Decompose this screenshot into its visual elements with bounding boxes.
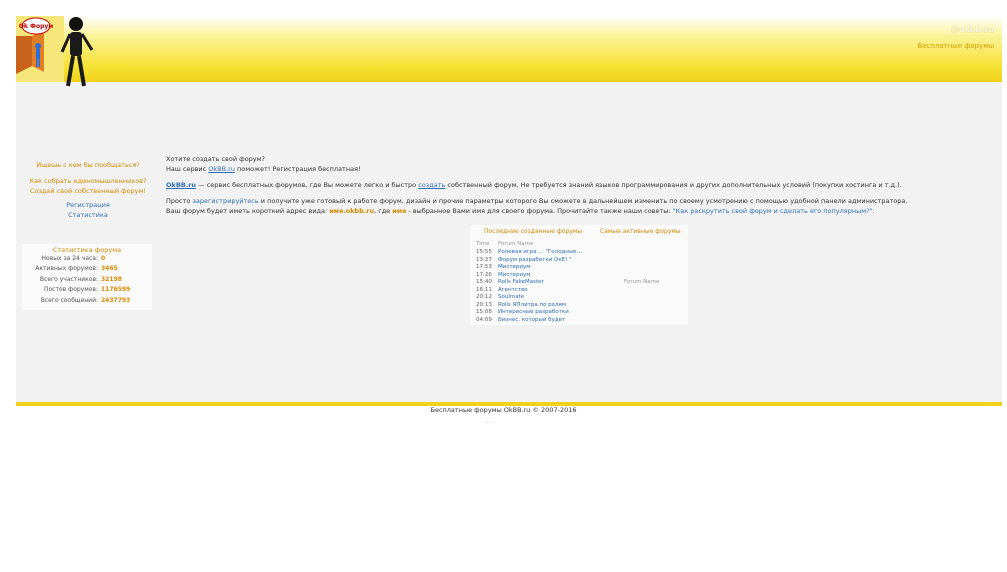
item-time: 04:09 <box>476 316 492 323</box>
okbb-link[interactable]: OkBB.ru <box>208 165 235 173</box>
address-text-a: Ваш форум будет иметь короткий адрес вид… <box>166 207 330 215</box>
stats-row: Всего участников: 32198 <box>22 275 152 285</box>
item-time: 20:13 <box>476 301 492 308</box>
footer-copyright: Бесплатные форумы OkBB.ru © 2007-2016 <box>430 406 577 414</box>
item-forum-link[interactable]: Мистериум <box>498 264 530 270</box>
active-forums-title: Самые активные форумы <box>600 228 681 235</box>
active-forums-placeholder: Forum Name <box>624 279 660 285</box>
main-content: Хотите создать свой форум? Наш сервис Ok… <box>166 154 996 216</box>
register-text-a: Просто <box>166 197 193 205</box>
footer-counters[interactable]: · · · <box>486 420 496 427</box>
stats-row: Активных форумов: 3465 <box>22 264 152 274</box>
address-text-b: , где <box>374 207 393 215</box>
stats-key: Новых за 24 часа: <box>41 255 98 262</box>
page-frame: Ok Форум @okbb.ru Бесплатные форумы Ищеш… <box>16 16 1002 406</box>
stats-value: 3465 <box>101 265 118 273</box>
svg-text:Ok Форум: Ok Форум <box>19 23 53 30</box>
list-item: 15:08 Интересные разработки <box>476 309 582 317</box>
stats-row: Новых за 24 часа: 0 <box>22 254 152 264</box>
list-item: 13:27 Форум разработки ОкЕ! " <box>476 257 582 265</box>
create-link[interactable]: создать <box>418 181 445 189</box>
site-tagline: Бесплатные форумы <box>917 42 994 50</box>
header-banner: Ok Форум @okbb.ru Бесплатные форумы <box>16 16 1002 87</box>
sidebar: Ищешь с кем бы пообщаться? Как собрать е… <box>22 160 154 220</box>
newest-forums-title: Последние созданные форумы <box>484 228 583 235</box>
intro-text-b: поможет! Регистрация бесплатная! <box>234 165 361 173</box>
site-name[interactable]: @okbb.ru <box>951 24 994 34</box>
intro-question: Хотите создать свой форум? <box>166 155 265 163</box>
newest-forums-list: 15:55 Ролевая игра ... "Голодные... 13:27… <box>476 249 582 324</box>
item-time: 15:40 <box>476 279 492 285</box>
register-paragraph: Просто зарегистрируйтесь и получите уже … <box>166 196 996 206</box>
item-forum-link[interactable]: Форум разработки ОкЕ! " <box>498 257 572 263</box>
item-time: 15:55 <box>476 249 492 255</box>
list-item: 20:12 Soulmate <box>476 294 582 302</box>
stats-value: 0 <box>101 255 106 262</box>
mascot-figure-icon <box>60 17 94 87</box>
item-time: 20:12 <box>476 294 492 300</box>
okbb-brand-link[interactable]: OkBB.ru <box>166 181 196 189</box>
sidebar-line-3: Создай свой собственный форум! <box>29 187 147 195</box>
list-item: 20:13 Rolls ЯПлитра по ролям <box>476 302 582 310</box>
intro-line: Наш сервис OkBB.ru поможет! Регистрация … <box>166 164 996 174</box>
item-forum-link[interactable]: Rolls FakeMaster <box>498 279 544 285</box>
register-text-b: и получите уже готовый к работе форум, д… <box>258 197 908 205</box>
item-time: 15:08 <box>476 309 492 315</box>
address-paragraph: Ваш форум будет иметь короткий адрес вид… <box>166 206 996 216</box>
description-text-b: собственный форум. Не требуется знаний я… <box>445 181 902 189</box>
item-forum-link[interactable]: Soulmate <box>498 294 524 300</box>
item-forum-link[interactable]: Ролевая игра ... "Голодные... <box>498 249 582 255</box>
statistics-link[interactable]: Статистика <box>22 210 154 220</box>
list-item: 17:53 Мистериум <box>476 264 582 272</box>
item-forum-link[interactable]: Rolls ЯПлитра по ролям <box>498 302 566 308</box>
stats-key: Активных форумов: <box>35 265 98 273</box>
address-example: имя.okbb.ru <box>329 207 375 215</box>
description-paragraph: OkBB.ru — сервис бесплатных форумов, где… <box>166 180 996 190</box>
tips-link[interactable]: "Как раскрутить свой форум и сделать его… <box>673 207 875 215</box>
description-text-a: — сервис бесплатных форумов, где Вы може… <box>196 181 419 189</box>
stats-title: Статистика форума <box>52 246 122 254</box>
stats-value: 1176599 <box>101 286 131 294</box>
list-item: 17:26 Мистериум <box>476 272 582 280</box>
register-link[interactable]: Регистрация <box>22 200 154 210</box>
list-item: 16:11 Агентство <box>476 287 582 295</box>
stats-panel: Статистика форума Новых за 24 часа: 0 Акт… <box>22 244 152 310</box>
stats-key: Всего сообщений: <box>40 296 98 304</box>
address-name: имя <box>392 207 407 215</box>
forum-lists-panel: Последние созданные форумы Самые активны… <box>470 225 688 325</box>
address-text-c: - выбранное Вами имя для своего форума. … <box>406 207 673 215</box>
stats-value: 2437793 <box>101 296 131 304</box>
item-time: 17:26 <box>476 271 492 278</box>
sidebar-line-1: Ищешь с кем бы пообщаться? <box>36 161 140 169</box>
col-time: Time <box>476 241 490 247</box>
list-item: 15:40 Rolls FakeMaster <box>476 279 582 287</box>
item-forum-link[interactable]: Агентство <box>498 287 528 293</box>
intro-text-a: Наш сервис <box>166 165 209 173</box>
list-item: 04:09 Бизнес, который будет <box>476 317 582 325</box>
item-forum-link[interactable]: Интересные разработки <box>498 309 569 315</box>
register-inline-link[interactable]: зарегистрируйтесь <box>192 197 258 205</box>
item-forum-link[interactable]: Мистериум <box>498 272 530 278</box>
item-time: 17:53 <box>476 264 492 270</box>
stats-key: Постов форумов: <box>43 286 98 294</box>
col-forum-name: Forum Name <box>498 241 534 247</box>
sidebar-line-2: Как собрать единомышленников? <box>29 177 147 185</box>
stats-key: Всего участников: <box>39 275 98 283</box>
stats-row: Постов форумов: 1176599 <box>22 285 152 295</box>
list-item: 15:55 Ролевая игра ... "Голодные... <box>476 249 582 257</box>
stats-value: 32198 <box>101 275 122 283</box>
newest-column-headers: Time Forum Name <box>476 241 533 247</box>
item-time: 13:27 <box>476 256 492 263</box>
item-forum-link[interactable]: Бизнес, который будет <box>498 317 565 323</box>
item-time: 16:11 <box>476 286 492 293</box>
stats-row: Всего сообщений: 2437793 <box>22 296 152 306</box>
